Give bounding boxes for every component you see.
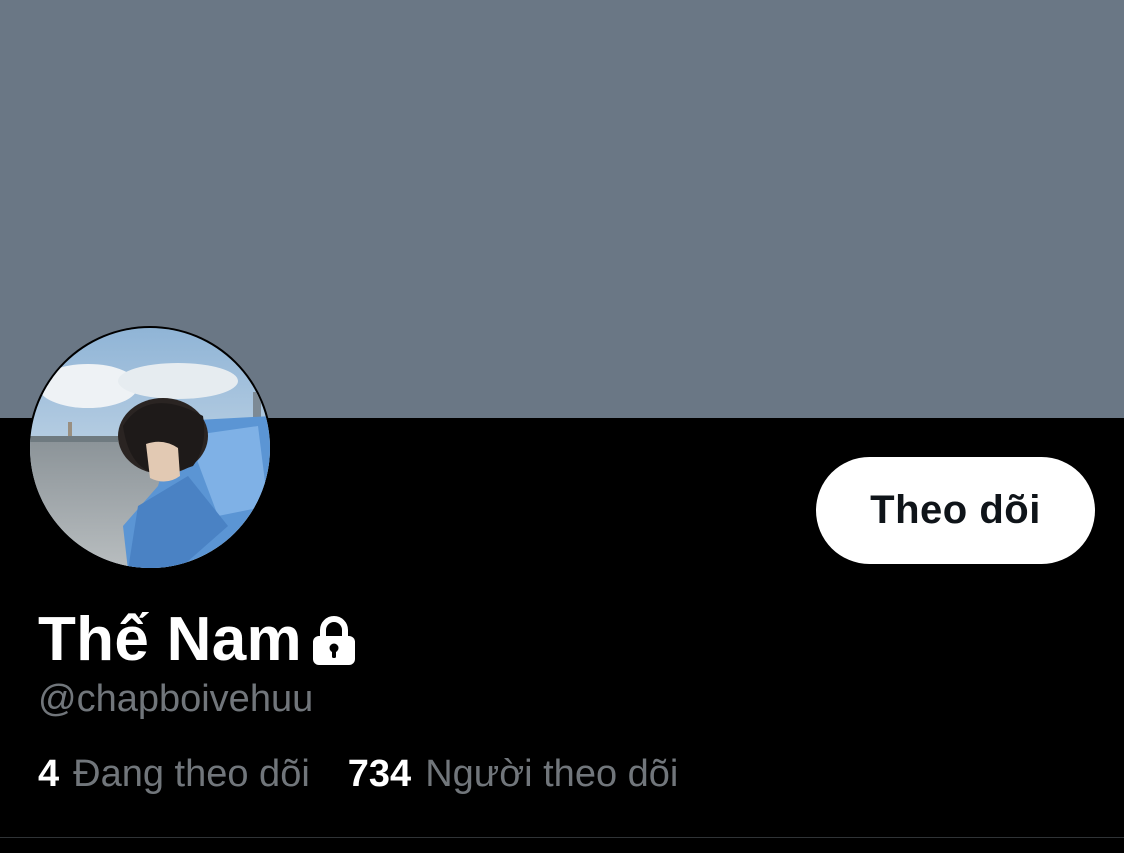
avatar-image [30,328,270,568]
profile-name-row: Thế Nam [38,600,358,678]
followers-count: 734 [347,753,412,795]
profile-handle: @chapboivehuu [38,678,314,720]
following-link[interactable]: 4 Đang theo dõi [38,753,310,796]
following-label: Đang theo dõi [73,753,310,795]
follow-button[interactable]: Theo dõi [816,457,1095,564]
display-name: Thế Nam [38,604,302,674]
following-count: 4 [38,753,60,795]
avatar[interactable] [28,326,272,570]
divider [0,837,1124,838]
followers-link[interactable]: 734 Người theo dõi [348,753,679,796]
lock-icon [310,615,358,667]
followers-label: Người theo dõi [425,753,679,795]
profile-stats: 4 Đang theo dõi 734 Người theo dõi [38,753,678,796]
